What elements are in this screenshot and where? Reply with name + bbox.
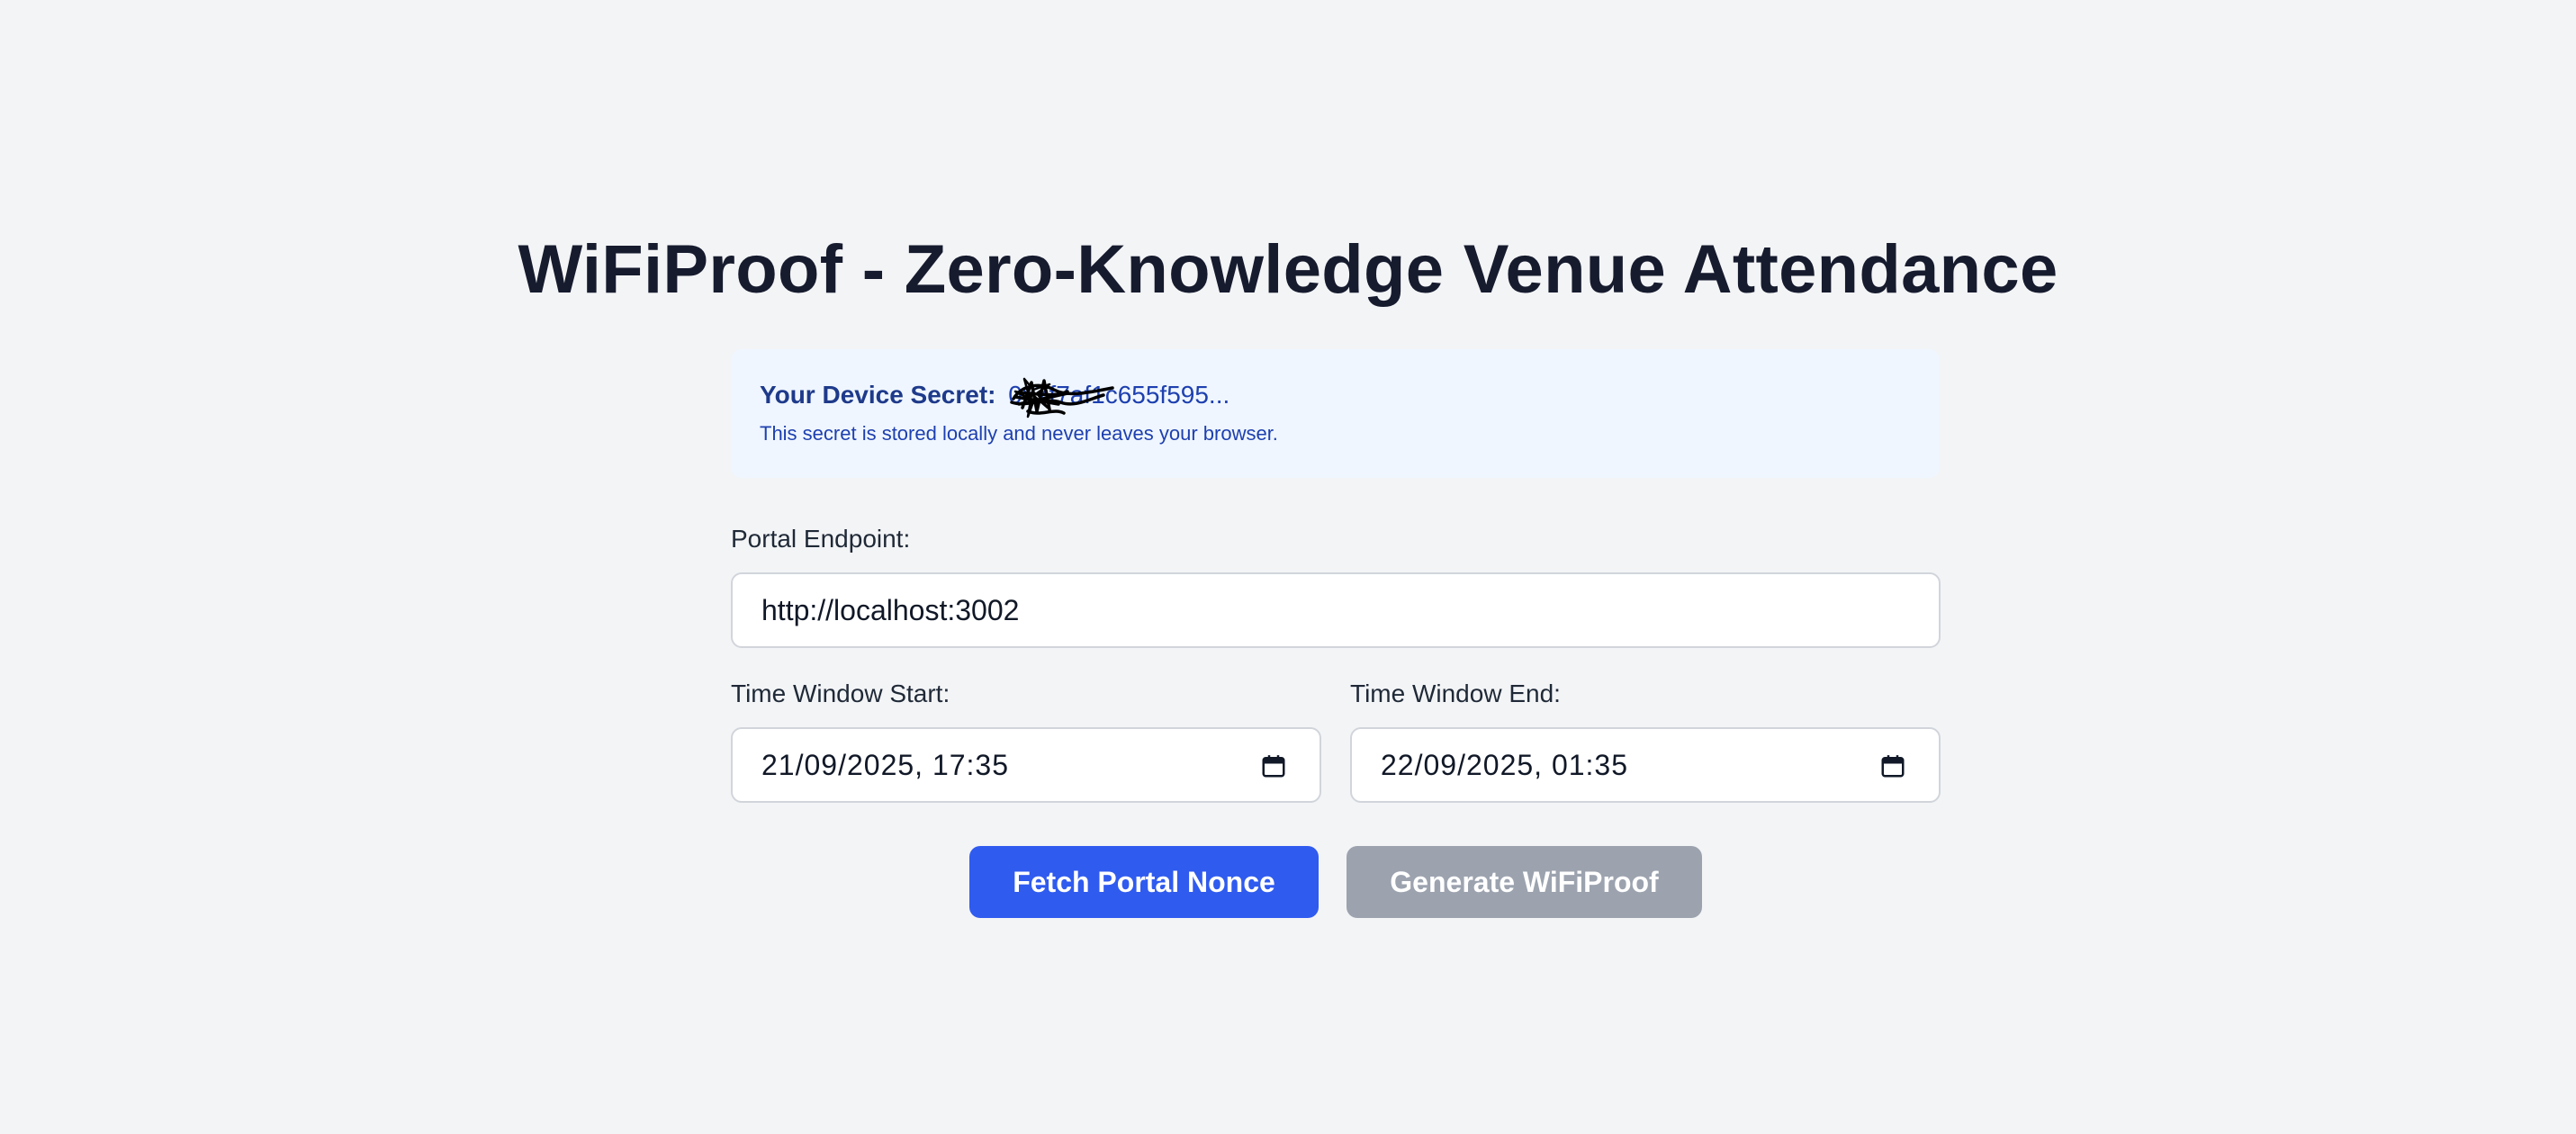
device-secret-line: Your Device Secret: 0x7f7af1c655f595...	[760, 377, 1230, 418]
device-secret-text: 0x7f7af1c655f595...	[1008, 381, 1230, 409]
device-secret-label: Your Device Secret:	[760, 381, 996, 409]
generate-wifiproof-button[interactable]: Generate WiFiProof	[1347, 846, 1702, 918]
portal-endpoint-input[interactable]: http://localhost:3002	[731, 572, 1941, 648]
time-window-start-input[interactable]: 21/09/2025, 17:35	[731, 727, 1321, 803]
calendar-icon[interactable]	[1260, 752, 1287, 779]
device-secret-card: Your Device Secret: 0x7f7af1c655f595... …	[731, 349, 1940, 478]
portal-endpoint-value: http://localhost:3002	[761, 593, 1020, 626]
device-secret-value: 0x7f7af1c655f595...	[1003, 377, 1230, 418]
time-window-end-label: Time Window End:	[1350, 680, 1561, 707]
time-window-start-value: 21/09/2025, 17:35	[761, 748, 1010, 781]
time-window-end-input[interactable]: 22/09/2025, 01:35	[1350, 727, 1941, 803]
time-window-start-label: Time Window Start:	[731, 680, 950, 707]
calendar-icon[interactable]	[1879, 752, 1906, 779]
portal-endpoint-label: Portal Endpoint:	[731, 525, 911, 553]
page-title: WiFiProof - Zero-Knowledge Venue Attenda…	[518, 231, 2058, 308]
device-secret-note: This secret is stored locally and never …	[760, 422, 1278, 445]
fetch-portal-nonce-button[interactable]: Fetch Portal Nonce	[969, 846, 1319, 918]
time-window-end-value: 22/09/2025, 01:35	[1381, 748, 1629, 781]
